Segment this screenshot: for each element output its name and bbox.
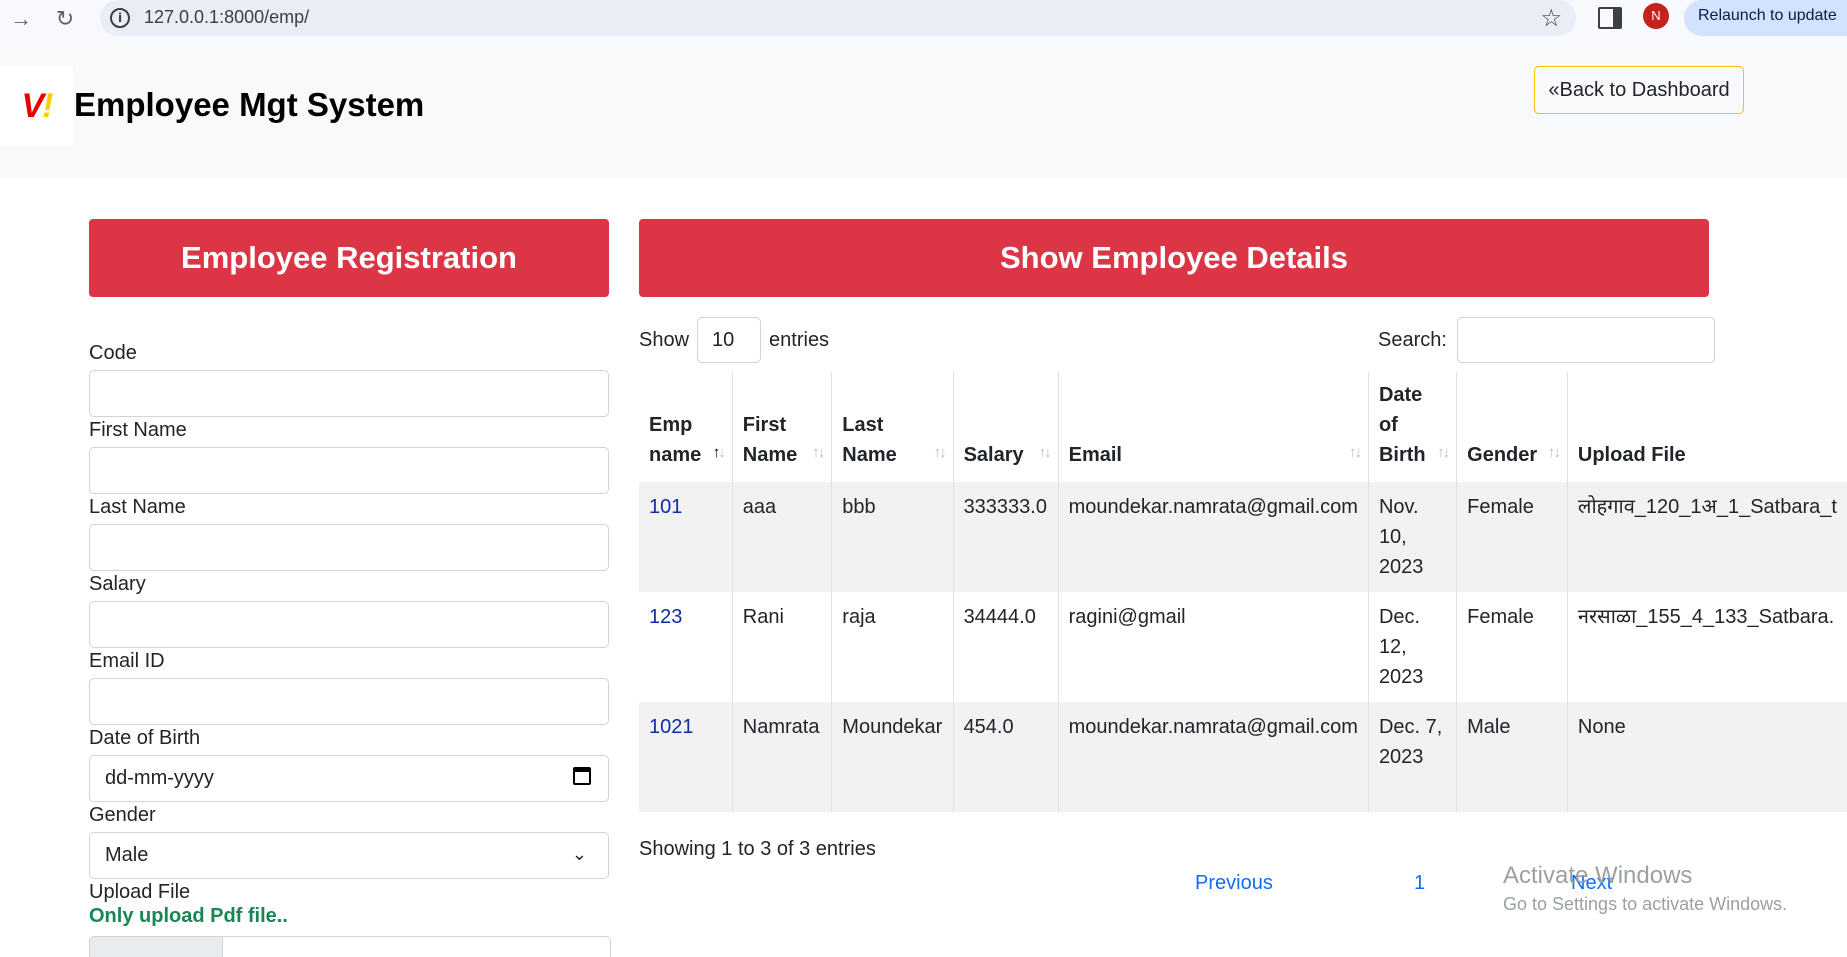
app-header: V! Employee Mgt System «Back to Dashboar…: [0, 46, 1847, 178]
code-input[interactable]: [89, 370, 609, 417]
side-panel-icon[interactable]: [1598, 7, 1622, 29]
file-input[interactable]: [89, 936, 611, 957]
upload-note: Only upload Pdf file..: [89, 905, 288, 927]
file-cell: लोहगाव_120_1अ_1_Satbara_t: [1566, 482, 1847, 592]
first-name-cell: Namrata: [731, 702, 832, 812]
salary-input[interactable]: [89, 601, 609, 648]
sort-icon: ↑↓: [1437, 444, 1450, 461]
table-info: Showing 1 to 3 of 3 entries: [639, 838, 876, 860]
gender-cell: Male: [1456, 702, 1568, 812]
table-row: 101 aaa bbb 333333.0 moundekar.namrata@g…: [639, 482, 1847, 592]
show-label: Show: [639, 328, 690, 351]
back-to-dashboard-button[interactable]: «Back to Dashboard: [1534, 66, 1744, 114]
last-name-cell: raja: [831, 592, 954, 702]
search-label: Search:: [1378, 328, 1447, 351]
emp-link[interactable]: 101: [649, 496, 682, 518]
sort-icon: ↑↓: [1547, 444, 1561, 461]
column-header[interactable]: Last Name ↑↓: [831, 372, 954, 482]
page-1-button[interactable]: 1: [1414, 872, 1425, 895]
dob-cell: Nov. 10, 2023: [1367, 482, 1457, 592]
forward-arrow-icon[interactable]: →: [8, 6, 34, 32]
last-name-cell: bbb: [831, 482, 954, 592]
first-name-cell: Rani: [731, 592, 832, 702]
email-input[interactable]: [89, 678, 609, 725]
salary-cell: 333333.0: [952, 482, 1059, 592]
calendar-icon[interactable]: [573, 767, 591, 785]
last-name-label: Last Name: [89, 496, 186, 518]
email-cell: moundekar.namrata@gmail.com: [1057, 702, 1369, 812]
column-header[interactable]: Emp name ↑↓: [639, 372, 732, 482]
sort-icon: ↑↓: [933, 444, 947, 461]
column-header[interactable]: First Name ↑↓: [731, 372, 832, 482]
url-text[interactable]: 127.0.0.1:8000/emp/: [144, 7, 309, 28]
employee-table: Emp name ↑↓ First Name ↑↓ Last Name ↑↓ Sala…: [639, 372, 1847, 812]
table-search: Search:: [1378, 317, 1715, 363]
last-name-cell: Moundekar: [831, 702, 954, 812]
browser-toolbar: → ↻ i 127.0.0.1:8000/emp/ ☆ N Relaunch t…: [0, 0, 1847, 47]
activate-windows-subtitle: Go to Settings to activate Windows.: [1503, 894, 1788, 914]
gender-cell: Female: [1456, 482, 1568, 592]
reload-icon[interactable]: ↻: [52, 6, 78, 32]
salary-cell: 34444.0: [952, 592, 1059, 702]
last-name-input[interactable]: [89, 524, 609, 571]
salary-cell: 454.0: [952, 702, 1059, 812]
gender-cell: Female: [1456, 592, 1568, 702]
first-name-input[interactable]: [89, 447, 609, 494]
sort-icon: ↑↓: [812, 444, 825, 461]
search-input[interactable]: [1456, 317, 1715, 363]
gender-select[interactable]: Male: [89, 832, 609, 879]
entries-select[interactable]: 10: [697, 317, 762, 363]
entries-label: entries: [769, 328, 830, 351]
sort-icon: ↑↓: [1348, 444, 1362, 461]
code-label: Code: [89, 342, 137, 364]
email-cell: ragini@gmail: [1057, 592, 1369, 702]
file-cell: None: [1566, 702, 1847, 812]
salary-label: Salary: [89, 573, 146, 595]
emp-link[interactable]: 1021: [649, 716, 694, 738]
previous-page-button[interactable]: Previous: [1195, 872, 1273, 895]
dob-input[interactable]: dd-mm-yyyy: [89, 755, 609, 802]
site-info-icon[interactable]: i: [110, 8, 130, 28]
column-header[interactable]: Upload File: [1566, 372, 1847, 482]
email-cell: moundekar.namrata@gmail.com: [1057, 482, 1369, 592]
table-row: 1021 Namrata Moundekar 454.0 moundekar.n…: [639, 702, 1847, 812]
emp-link[interactable]: 123: [649, 606, 682, 628]
vi-logo: V!: [0, 66, 73, 146]
registration-form: Code First Name Last Name Salary Email I…: [89, 340, 611, 957]
dob-cell: Dec. 7, 2023: [1367, 702, 1457, 812]
sort-icon: ↑↓: [712, 444, 726, 461]
profile-avatar[interactable]: N: [1643, 3, 1669, 29]
dob-cell: Dec. 12, 2023: [1367, 592, 1457, 702]
column-header[interactable]: Salary ↑↓: [952, 372, 1059, 482]
registration-heading: Employee Registration: [89, 219, 609, 297]
sort-icon: ↑↓: [1038, 444, 1052, 461]
relaunch-button[interactable]: Relaunch to update: [1684, 0, 1847, 36]
email-label: Email ID: [89, 650, 165, 672]
first-name-label: First Name: [89, 419, 187, 441]
file-cell: नरसाळा_155_4_133_Satbara.: [1566, 592, 1847, 702]
first-name-cell: aaa: [731, 482, 832, 592]
chevron-down-icon: ⌄: [571, 844, 587, 864]
entries-length-control: Show 10 entries: [639, 317, 829, 363]
activate-windows-title: Activate Windows: [1503, 862, 1693, 889]
dob-label: Date of Birth: [89, 727, 201, 749]
column-header[interactable]: Email ↑↓: [1057, 372, 1369, 482]
bookmark-star-icon[interactable]: ☆: [1540, 4, 1562, 33]
column-header[interactable]: Date of Birth ↑↓: [1367, 372, 1457, 482]
gender-label: Gender: [89, 804, 156, 826]
address-bar[interactable]: i 127.0.0.1:8000/emp/ ☆: [100, 0, 1576, 36]
table-row: 123 Rani raja 34444.0 ragini@gmail Dec. …: [639, 592, 1847, 702]
details-heading: Show Employee Details: [639, 219, 1709, 297]
brand-title: Employee Mgt System: [74, 86, 425, 123]
column-header[interactable]: Gender ↑↓: [1456, 372, 1568, 482]
